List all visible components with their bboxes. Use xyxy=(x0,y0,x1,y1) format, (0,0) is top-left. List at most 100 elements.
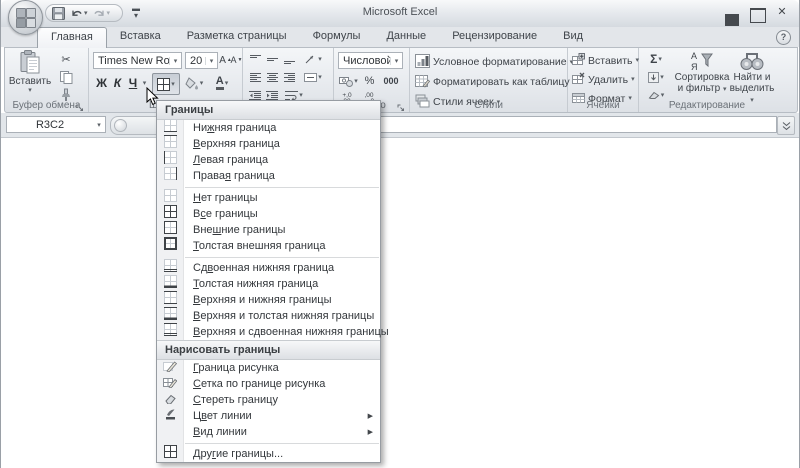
dialog-launcher-clipboard[interactable] xyxy=(76,100,86,110)
help-button[interactable]: ? xyxy=(776,30,791,45)
name-box-dropdown-arrow[interactable]: ▾ xyxy=(93,121,105,129)
ribbon-tab-1[interactable]: Главная xyxy=(37,27,107,48)
menu-item-19[interactable]: Стереть границу xyxy=(157,392,380,408)
cut-button[interactable]: ✂ xyxy=(55,51,77,67)
paste-button[interactable]: Вставить ▾ xyxy=(9,50,51,94)
window-title: Microsoft Excel xyxy=(1,6,799,18)
all-borders-icon xyxy=(157,78,170,91)
menu-item-7[interactable]: Все границы xyxy=(157,206,380,222)
fat-icon xyxy=(415,74,430,91)
bold-button[interactable]: Ж xyxy=(94,74,109,92)
align-left-button[interactable] xyxy=(247,69,263,86)
sort-filter-button[interactable]: А Я Сортировкаи фильтр ▾ xyxy=(675,50,729,94)
ribbon-tab-7[interactable]: Вид xyxy=(550,27,596,47)
ribbon-tab-5[interactable]: Данные xyxy=(373,27,439,47)
border-top-double-bottom-icon xyxy=(164,323,177,341)
ribbon: Вставить ▾ ✂ Буфер обмена Times New Rom … xyxy=(4,47,798,113)
name-box-value: R3C2 xyxy=(7,119,93,131)
group-styles: Условное форматирование▾Форматировать ка… xyxy=(410,48,568,112)
menu-item-1[interactable]: Нижняя граница xyxy=(157,120,380,136)
office-button[interactable] xyxy=(8,0,43,35)
dialog-launcher-number[interactable] xyxy=(397,100,407,110)
ribbon-tab-4[interactable]: Формулы xyxy=(300,27,374,47)
increase-font-size-button[interactable]: А▲ xyxy=(220,52,231,68)
fill-color-button[interactable]: ▾ xyxy=(181,74,207,92)
group-editing: Σ▾ ▾ ▾ А Я Сортировкаи фильтр ▾ xyxy=(639,48,775,112)
menu-item-12[interactable]: Толстая нижняя граница xyxy=(157,276,380,292)
submenu-arrow-icon: ▶ xyxy=(368,428,373,436)
align-center-button[interactable] xyxy=(264,69,280,86)
font-size-dropdown-arrow: ▾ xyxy=(205,57,217,65)
currency-icon xyxy=(339,76,353,87)
copy-icon xyxy=(60,71,73,84)
menu-item-2[interactable]: Верхняя граница xyxy=(157,136,380,152)
copy-button[interactable] xyxy=(55,69,77,85)
cf-icon xyxy=(415,54,430,71)
menu-item-9[interactable]: Толстая внешняя граница xyxy=(157,238,380,254)
paste-label: Вставить xyxy=(9,76,51,87)
insert-cells-icon xyxy=(572,53,585,68)
close-button[interactable]: ✕ xyxy=(775,6,789,18)
menu-item-18[interactable]: Сетка по границе рисунка xyxy=(157,376,380,392)
font-name-combo[interactable]: Times New Rom ▾ xyxy=(93,52,182,69)
comma-style-button[interactable]: 000 xyxy=(379,73,403,89)
group-clipboard: Вставить ▾ ✂ Буфер обмена xyxy=(5,48,89,112)
office-logo-icon xyxy=(16,18,26,28)
orientation-button[interactable]: ▾ xyxy=(301,51,325,68)
percent-style-button[interactable]: % xyxy=(362,73,377,89)
italic-button[interactable]: К xyxy=(110,74,125,92)
group-label-cells: Ячейки xyxy=(568,100,638,111)
formula-bar: R3C2 ▾ xyxy=(1,113,799,138)
group-label-styles: Стили xyxy=(410,100,567,111)
cells-button-2[interactable]: Удалить▾ xyxy=(572,71,635,88)
cancel-icon xyxy=(114,119,127,132)
menu-item-11[interactable]: Сдвоенная нижняя граница xyxy=(157,260,380,276)
borders-menu: Границы Нижняя границаВерхняя границаЛев… xyxy=(156,100,381,463)
ribbon-tab-6[interactable]: Рецензирование xyxy=(439,27,550,47)
align-top-button[interactable] xyxy=(247,51,263,68)
align-bottom-button[interactable] xyxy=(281,51,297,68)
align-middle-button[interactable] xyxy=(264,51,280,68)
find-select-button[interactable]: Найти ивыделить ▾ xyxy=(731,50,773,105)
fill-button[interactable]: ▾ xyxy=(643,69,669,85)
autosum-button[interactable]: Σ▾ xyxy=(643,51,669,67)
maximize-button[interactable] xyxy=(750,6,764,18)
menu-separator xyxy=(157,184,380,190)
accounting-format-button[interactable]: ▾ xyxy=(337,73,360,89)
ribbon-tab-2[interactable]: Вставка xyxy=(107,27,174,47)
submenu-arrow-icon: ▶ xyxy=(368,412,373,420)
menu-item-15[interactable]: Верхняя и сдвоенная нижняя границы xyxy=(157,324,380,340)
menu-item-3[interactable]: Левая граница xyxy=(157,152,380,168)
menu-item-13[interactable]: Верхняя и нижняя границы xyxy=(157,292,380,308)
worksheet-area[interactable] xyxy=(1,138,799,468)
name-box[interactable]: R3C2 ▾ xyxy=(6,116,106,133)
styles-button-1[interactable]: Условное форматирование▾ xyxy=(415,53,573,71)
minimize-button[interactable] xyxy=(725,6,739,18)
merge-center-button[interactable]: ▾ xyxy=(301,69,325,86)
font-size-combo[interactable]: 20 ▾ xyxy=(185,52,218,69)
menu-item-4[interactable]: Правая граница xyxy=(157,168,380,184)
ribbon-tab-3[interactable]: Разметка страницы xyxy=(174,27,300,47)
menu-item-23[interactable]: Другие границы... xyxy=(157,446,380,462)
double-chevron-down-icon xyxy=(782,121,791,131)
office-logo-icon xyxy=(26,18,36,28)
group-cells: Вставить▾Удалить▾Формат▾ Ячейки xyxy=(568,48,639,112)
font-color-button[interactable]: А ▾ xyxy=(209,74,235,92)
align-right-button[interactable] xyxy=(281,69,297,86)
menu-item-8[interactable]: Внешние границы xyxy=(157,222,380,238)
ribbon-tab-row: ГлавнаяВставкаРазметка страницыФормулыДа… xyxy=(1,27,799,47)
menu-item-17[interactable]: Граница рисунка xyxy=(157,360,380,376)
cells-button-1[interactable]: Вставить▾ xyxy=(572,52,639,69)
menu-item-14[interactable]: Верхняя и толстая нижняя границы xyxy=(157,308,380,324)
border-thick-box-icon xyxy=(164,237,177,255)
more-borders-icon xyxy=(164,445,177,463)
menu-item-21[interactable]: Вид линии▶ xyxy=(157,424,380,440)
underline-button[interactable]: Ч xyxy=(126,74,140,92)
menu-item-20[interactable]: Цвет линии▶ xyxy=(157,408,380,424)
decrease-font-size-button[interactable]: А▼ xyxy=(231,52,242,68)
menu-item-6[interactable]: Нет границы xyxy=(157,190,380,206)
styles-button-2[interactable]: Форматировать как таблицу▾ xyxy=(415,73,576,91)
mouse-cursor xyxy=(146,87,159,111)
number-format-combo[interactable]: Числовой ▾ xyxy=(338,52,403,69)
expand-formula-bar-button[interactable] xyxy=(777,116,795,135)
